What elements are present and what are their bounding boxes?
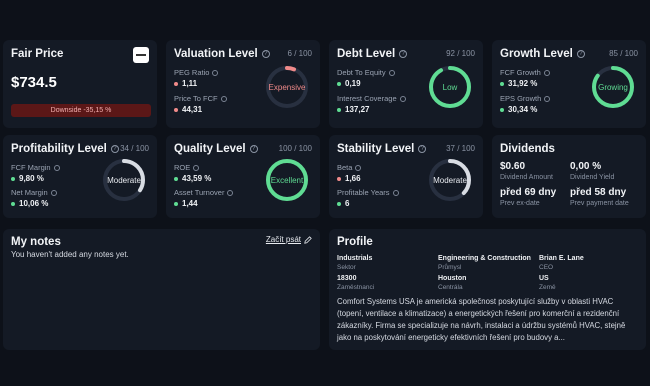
quality-title: Quality Level? [174,143,258,155]
info-icon[interactable] [543,69,550,76]
info-icon[interactable]: ? [249,145,258,153]
profitability-title: Profitability Level? [11,143,119,155]
info-icon[interactable] [227,189,234,196]
info-icon[interactable]: ? [261,50,270,58]
growth-gauge: Growing [590,64,636,110]
profile-description: Comfort Systems USA je americká společno… [337,297,626,342]
growth-gauge-label: Growing [598,82,628,92]
info-icon[interactable] [399,95,406,102]
profitability-metric-1: Net Margin 10,06 % [11,188,57,208]
debt-score: 92 / 100 [446,49,475,58]
profitability-score: 34 / 100 [120,144,149,153]
info-icon[interactable] [388,69,395,76]
dividends-title: Dividends [500,143,555,155]
valuation-metric-0: PEG Ratio 1,11 [174,68,219,88]
growth-metric-1: EPS Growth 30,34 % [500,94,551,114]
valuation-level-card[interactable]: Valuation Level? 6 / 100 PEG Ratio 1,11 P… [166,40,320,128]
profile-headquarters: Houston Centrála [438,275,467,291]
status-dot-icon [11,201,15,206]
status-dot-icon [11,176,15,181]
status-dot-icon [337,81,341,86]
stability-level-card[interactable]: Stability Level? 37 / 100 Beta 1,66 Profi… [329,135,483,218]
notes-empty-text: You haven't added any notes yet. [11,250,129,259]
stability-title: Stability Level? [337,143,427,155]
profitability-gauge-label: Moderate [107,175,141,185]
info-icon[interactable] [355,164,362,171]
valuation-title: Valuation Level? [174,48,270,60]
debt-metric-0: Debt To Equity 0,19 [337,68,395,88]
valuation-score: 6 / 100 [287,49,312,58]
debt-gauge: Low [427,64,473,110]
my-notes-card: My notes Začít psát You haven't added an… [3,229,320,350]
quality-score: 100 / 100 [278,144,312,153]
profile-country: US Země [539,275,556,291]
status-dot-icon [174,201,178,206]
dividend-amount: $0.60 Dividend Amount [500,161,553,181]
company-logo [133,47,149,63]
stability-gauge-label: Moderate [433,175,467,185]
quality-gauge-label: Excellent [270,175,304,185]
info-icon[interactable]: ? [399,50,408,58]
fair-price-value: $734.5 [11,74,57,91]
valuation-metric-1: Price To FCF 44,31 [174,94,227,114]
info-icon[interactable] [212,69,219,76]
status-dot-icon [500,107,504,112]
info-icon[interactable] [220,95,227,102]
profile-industry: Engineering & Construction Průmysl [438,255,531,271]
quality-metric-0: ROE 43,59 % [174,163,212,183]
pencil-icon [304,235,312,244]
status-dot-icon [174,176,178,181]
profitability-gauge: Moderate [101,157,147,203]
profitability-metric-0: FCF Margin 9,80 % [11,163,60,183]
fair-price-title: Fair Price [11,48,64,60]
dividend-yield: 0,00 % Dividend Yield [570,161,615,181]
status-dot-icon [337,201,341,206]
info-icon[interactable] [50,189,57,196]
stability-metric-1: Profitable Years 6 [337,188,399,208]
valuation-gauge-label: Expensive [268,82,306,92]
start-writing-link[interactable]: Začít psát [266,235,312,244]
downside-badge: Downside -35,15 % [11,104,151,117]
stability-score: 37 / 100 [446,144,475,153]
growth-score: 85 / 100 [609,49,638,58]
status-dot-icon [337,176,341,181]
profile-ceo: Brian E. Lane CEO [539,255,584,271]
stability-gauge: Moderate [427,157,473,203]
debt-level-card[interactable]: Debt Level? 92 / 100 Debt To Equity 0,19 … [329,40,483,128]
growth-metric-0: FCF Growth 31,92 % [500,68,550,88]
quality-level-card[interactable]: Quality Level? 100 / 100 ROE 43,59 % Asse… [166,135,320,218]
quality-gauge: Excellent [264,157,310,203]
prev-ex-date: před 69 dny Prev ex-date [500,187,557,207]
growth-level-card[interactable]: Growth Level? 85 / 100 FCF Growth 31,92 %… [492,40,646,128]
info-icon[interactable] [544,95,551,102]
dividends-card: Dividends $0.60 Dividend Amount 0,00 % D… [492,135,646,218]
debt-title: Debt Level? [337,48,408,60]
profile-title: Profile [337,236,373,248]
info-icon[interactable] [193,164,200,171]
valuation-gauge: Expensive [264,64,310,110]
prev-payment-date: před 58 dny Prev payment date [570,187,629,207]
info-icon[interactable]: ? [576,50,585,58]
stability-metric-0: Beta 1,66 [337,163,362,183]
my-notes-title: My notes [11,236,61,248]
info-icon[interactable]: ? [110,145,119,153]
debt-metric-1: Interest Coverage 137,27 [337,94,406,114]
status-dot-icon [174,81,178,86]
fair-price-card: Fair Price $734.5 Downside -35,15 % [3,40,157,128]
status-dot-icon [337,107,341,112]
quality-metric-1: Asset Turnover 1,44 [174,188,234,208]
info-icon[interactable] [53,164,60,171]
info-icon[interactable] [392,189,399,196]
debt-gauge-label: Low [442,82,458,92]
profile-card: Profile Industrials Sektor Engineering &… [329,229,646,350]
status-dot-icon [174,107,178,112]
profitability-level-card[interactable]: Profitability Level? 34 / 100 FCF Margin … [3,135,157,218]
profile-sector: Industrials Sektor [337,255,373,271]
growth-title: Growth Level? [500,48,585,60]
status-dot-icon [500,81,504,86]
info-icon[interactable]: ? [418,145,427,153]
profile-employees: 18300 Zaměstnanci [337,275,375,291]
